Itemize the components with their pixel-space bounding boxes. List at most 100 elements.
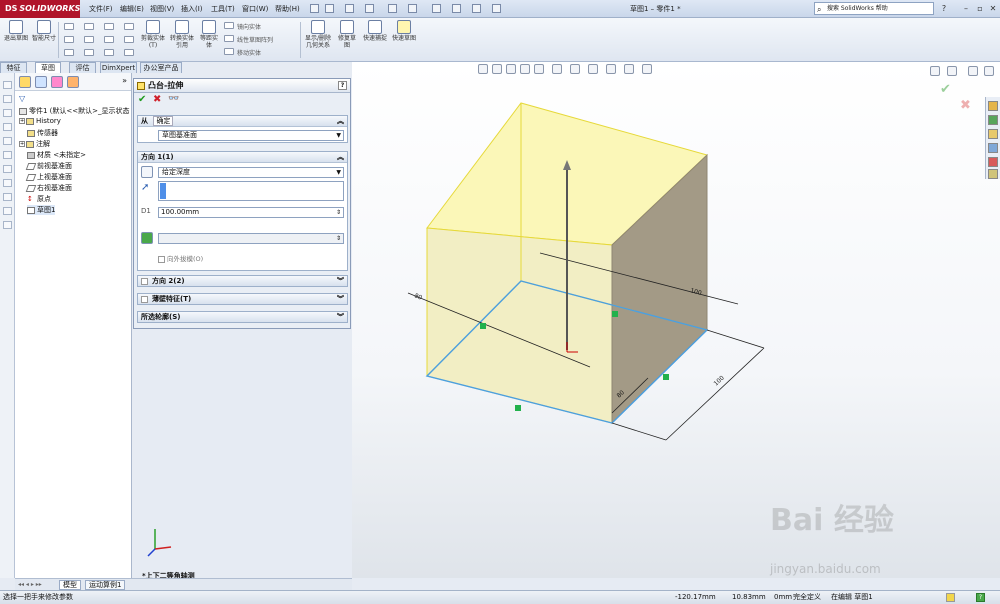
sketch-tool-icon[interactable] — [3, 151, 12, 159]
search-help-input[interactable]: ⌕ 搜索 SolidWorks 帮助 — [814, 2, 934, 15]
expand-chevron-icon[interactable]: ︾ — [337, 312, 344, 323]
help-question-icon[interactable]: ? — [938, 3, 950, 14]
menu-edit[interactable]: 编辑(E) — [120, 4, 144, 14]
tree-item-origin[interactable]: ↕ 原点 — [27, 194, 51, 204]
repair-sketch-button[interactable]: 修复草图 — [336, 20, 358, 49]
relation-marker-icon[interactable] — [480, 323, 486, 329]
tab-motion-study[interactable]: 运动算例1 — [85, 580, 126, 590]
file-properties-icon[interactable] — [472, 4, 481, 13]
viewport-tile-icon[interactable] — [947, 66, 957, 76]
menu-window[interactable]: 窗口(W) — [242, 4, 268, 14]
tree-root-part[interactable]: 零件1 (默认<<默认>_显示状态 — [19, 106, 130, 116]
spin-arrows-icon[interactable]: ⇕ — [336, 234, 341, 243]
sketch-tool-icon[interactable] — [3, 207, 12, 215]
direction1-header[interactable]: 方向 1(1) ︽ — [138, 152, 347, 163]
sketch-tool-icon[interactable] — [3, 193, 12, 201]
tree-item-sensors[interactable]: 传感器 — [27, 128, 58, 138]
hide-show-items-icon[interactable] — [570, 64, 580, 74]
sketch-fillet-icon[interactable] — [104, 36, 114, 43]
home-icon[interactable] — [988, 101, 998, 111]
configuration-manager-icon[interactable] — [51, 76, 63, 88]
trim-entities-button[interactable]: 剪裁实体(T) — [140, 20, 166, 49]
tab-evaluate[interactable]: 评估 — [69, 62, 96, 73]
sketch-tool-icon[interactable] — [3, 179, 12, 187]
viewport-minimize-icon[interactable] — [968, 66, 978, 76]
resources-icon[interactable] — [988, 115, 998, 125]
ok-check-icon[interactable]: ✔ — [138, 94, 146, 105]
confirm-ok-icon[interactable]: ✔ — [940, 82, 951, 97]
expand-icon[interactable]: + — [19, 141, 25, 147]
save-icon[interactable] — [365, 4, 374, 13]
draft-on-off-icon[interactable] — [141, 232, 153, 244]
print-icon[interactable] — [388, 4, 397, 13]
depth-input[interactable]: 100.00mm ⇕ — [158, 207, 344, 218]
design-library-icon[interactable] — [988, 129, 998, 139]
circle-icon[interactable] — [84, 23, 94, 30]
relation-marker-icon[interactable] — [663, 374, 669, 380]
tree-item-sketch1[interactable]: 草图1 — [27, 205, 56, 215]
tab-sketch[interactable]: 草图 — [35, 62, 61, 73]
solidworks-logo[interactable]: DS SOLIDWORKS — [0, 0, 80, 18]
minimize-button[interactable]: – — [960, 3, 972, 14]
reverse-direction-icon[interactable] — [141, 166, 153, 178]
text-icon[interactable] — [124, 23, 134, 30]
zoom-to-fit-icon[interactable] — [478, 64, 488, 74]
menu-tools[interactable]: 工具(T) — [211, 4, 235, 14]
direction-selection-box[interactable] — [158, 181, 344, 201]
draft-outward-checkbox[interactable]: 向外拔模(O) — [158, 253, 203, 263]
tree-item-front-plane[interactable]: 前视基准面 — [25, 161, 72, 171]
rapid-sketch-button[interactable]: 快速草图 — [392, 20, 416, 42]
sketch-tool-icon[interactable] — [3, 165, 12, 173]
sketch-tool-icon[interactable] — [3, 81, 12, 89]
sketch-tool-icon[interactable] — [3, 95, 12, 103]
display-style-icon[interactable] — [552, 64, 562, 74]
arc-icon[interactable] — [84, 36, 94, 43]
view-orientation-icon[interactable] — [534, 64, 544, 74]
linear-pattern-label[interactable]: 线性草图阵列 — [237, 35, 273, 44]
sketch-tool-icon[interactable] — [3, 137, 12, 145]
spline-icon[interactable] — [104, 23, 114, 30]
feature-manager-icon[interactable] — [19, 76, 31, 88]
checkbox-icon[interactable] — [141, 296, 148, 303]
edit-appearance-icon[interactable] — [588, 64, 598, 74]
expand-chevron-icon[interactable]: ︾ — [337, 294, 344, 305]
view-settings-icon[interactable] — [624, 64, 634, 74]
pm-help-icon[interactable]: ? — [338, 81, 347, 90]
offset-entities-button[interactable]: 等距实体 — [198, 20, 220, 49]
tree-item-right-plane[interactable]: 右视基准面 — [25, 183, 72, 193]
checkbox-icon[interactable] — [141, 278, 148, 285]
convert-entities-button[interactable]: 转换实体引用 — [168, 20, 196, 49]
tree-item-annotations[interactable]: + 注解 — [19, 139, 50, 149]
display-icon[interactable] — [642, 64, 652, 74]
apply-scene-icon[interactable] — [606, 64, 616, 74]
menu-file[interactable]: 文件(F) — [89, 4, 113, 14]
custom-properties-icon[interactable] — [988, 169, 998, 179]
tab-model[interactable]: 模型 — [59, 580, 81, 590]
sketch-tool-icon[interactable] — [3, 109, 12, 117]
exit-sketch-button[interactable]: 退出草图 — [4, 20, 28, 42]
display-manager-icon[interactable] — [67, 76, 79, 88]
model-view[interactable]: 80 100 100 80 — [352, 62, 1000, 578]
tab-office-products[interactable]: 办公室产品 — [140, 62, 182, 73]
menu-help[interactable]: 帮助(H) — [275, 4, 300, 14]
filter-icon[interactable]: ▽ — [19, 94, 25, 103]
from-start-condition-select[interactable]: 草图基准面 ▼ — [158, 130, 344, 141]
front-face[interactable] — [426, 227, 613, 424]
expand-chevron-icon[interactable]: ︾ — [337, 276, 344, 287]
thin-feature-group[interactable]: 薄壁特征(T) ︾ — [137, 293, 348, 305]
mirror-label[interactable]: 镜向实体 — [237, 22, 261, 31]
previous-view-icon[interactable] — [506, 64, 516, 74]
tab-scroll-arrows-icon[interactable]: ◂◂ ◂ ▸ ▸▸ — [18, 581, 42, 588]
spin-arrows-icon[interactable]: ⇕ — [336, 208, 341, 217]
display-delete-relations-button[interactable]: 显示/删除几何关系 — [304, 20, 332, 49]
move-label[interactable]: 移动实体 — [237, 48, 261, 57]
selected-contours-group[interactable]: 所选轮廓(S) ︾ — [137, 311, 348, 323]
sketch-tool-icon[interactable] — [3, 123, 12, 131]
sketch-tool-icon[interactable] — [3, 221, 12, 229]
section-view-icon[interactable] — [520, 64, 530, 74]
options-icon[interactable] — [492, 4, 501, 13]
relation-marker-icon[interactable] — [612, 311, 618, 317]
new-document-icon[interactable] — [325, 4, 334, 13]
from-tab[interactable]: 确定 — [153, 116, 174, 126]
tree-item-history[interactable]: + History — [19, 117, 61, 125]
